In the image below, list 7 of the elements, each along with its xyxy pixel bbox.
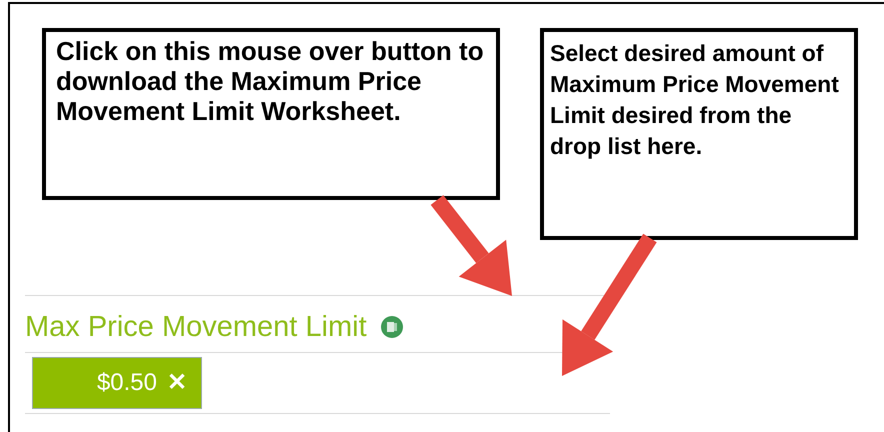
section-title: Max Price Movement Limit (25, 310, 367, 344)
callout-text: Select desired amount of Maximum Price Movement Limit desired from the drop list here. (550, 39, 840, 161)
spreadsheet-icon[interactable] (380, 316, 403, 338)
callout-text: Click on this mouse over button to download the Maximum Price Movement Limit Worksheet. (56, 36, 485, 126)
tag-label: $0.50 (96, 368, 157, 398)
value-select-field[interactable]: $0.50 ✕ (25, 352, 610, 414)
remove-button[interactable]: ✕ (167, 365, 187, 401)
